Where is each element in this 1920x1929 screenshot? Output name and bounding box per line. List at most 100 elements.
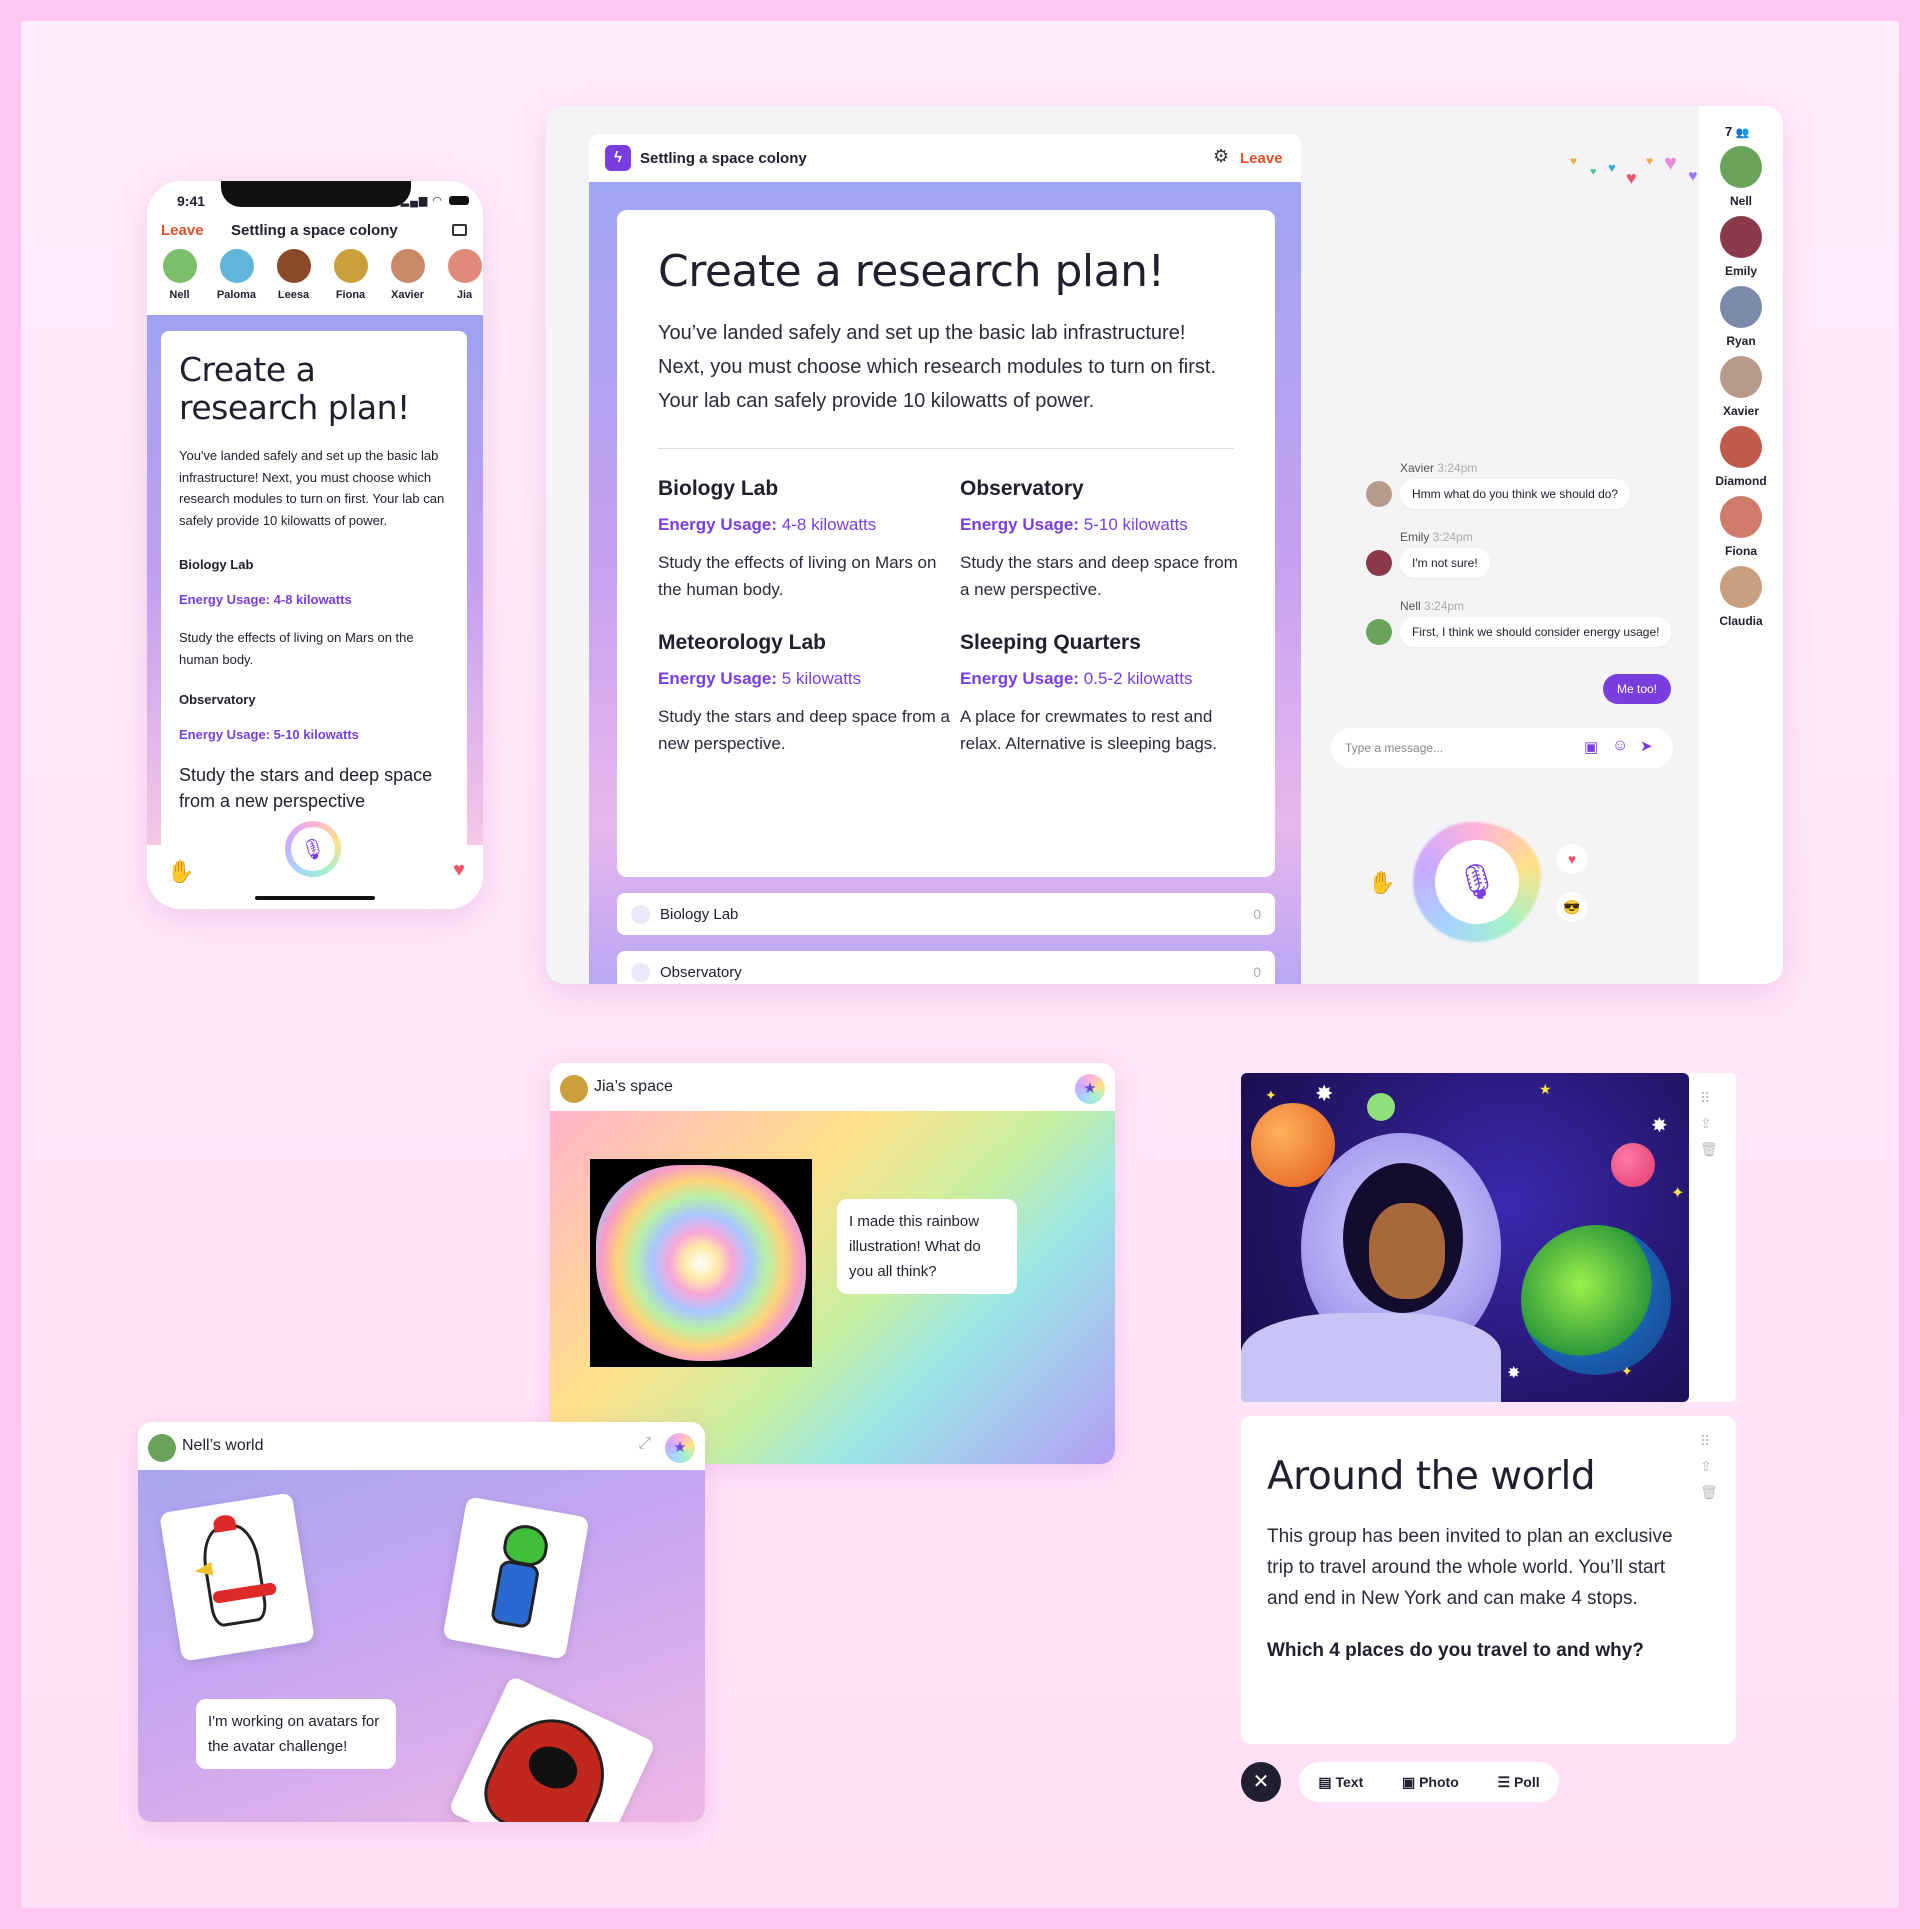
cool-reaction-icon[interactable]: 😎 [1557,892,1587,922]
astronaut-illustration[interactable]: ✦ ✸ ★ ✸ ✦ ✦ ✸ [1241,1073,1689,1402]
participant-item[interactable]: Ryan [1699,286,1783,348]
participant-avatar[interactable]: Leesa [271,247,316,307]
radio-button[interactable] [631,962,650,982]
mic-button[interactable]: 🎙 [1435,840,1519,924]
module-title: Biology Lab [658,477,779,500]
speech-bubble[interactable]: I'm working on avatars for the avatar ch… [196,1699,396,1769]
participant-item[interactable]: Fiona [1699,496,1783,558]
participant-item[interactable]: Emily [1699,216,1783,278]
chat-icon[interactable] [452,224,467,236]
participant-item[interactable]: Claudia [1699,566,1783,628]
module-energy: Energy Usage: 4-8 kilowatts [658,515,960,535]
module-title: Sleeping Quarters [960,631,1141,654]
planet-pink [1611,1143,1655,1187]
send-icon[interactable]: ➤ [1640,737,1653,755]
drag-handle-icon[interactable]: ⠿ [1700,1433,1710,1450]
heart-reaction-icon[interactable]: ♥ [1557,844,1587,874]
trash-icon[interactable]: 🗑 [1700,1141,1718,1158]
heart-icon: ♥ [1590,166,1597,178]
add-content-toolbar: ▤ Text ▣ Photo ☰ Poll [1299,1762,1559,1802]
avatar [1720,566,1762,608]
vote-count: 0 [1253,906,1261,922]
participant-name: Fiona [335,289,366,301]
participant-avatar[interactable]: Paloma [214,247,259,307]
emoji-icon[interactable]: ☺ [1612,737,1628,755]
poll-tool-button[interactable]: ☰ Poll [1497,1774,1539,1791]
card-heading: Around the world [1267,1454,1596,1499]
participant-item[interactable]: Nell [1699,146,1783,208]
panel-header: Nell’s world ⤢ ★ [138,1422,705,1470]
speech-bubble[interactable]: I made this rainbow illustration! What d… [837,1199,1017,1294]
participant-name: Leesa [277,289,310,301]
star-icon: ✸ [1651,1115,1668,1137]
rainbow-illustration[interactable] [590,1159,812,1367]
message-placeholder: Type a message... [1345,741,1444,755]
planet-orange [1251,1103,1335,1187]
expand-icon[interactable]: ⤢ [638,1435,651,1453]
dragon-sticker[interactable] [442,1496,590,1660]
avatar [160,247,199,285]
jia-space-panel[interactable]: Jia’s space ★ I made this rainbow illust… [550,1063,1115,1464]
desktop-window: ϟ Settling a space colony ⚙ Leave Create… [546,106,1783,984]
participant-avatar[interactable]: Nell [157,247,202,307]
participant-name: Claudia [1719,614,1763,628]
card-heading: Create a research plan! [658,246,1165,297]
module-desc: Study the stars and deep space from a ne… [179,765,433,811]
top-bar: ϟ Settling a space colony ⚙ Leave [589,134,1301,182]
drag-handle-icon[interactable]: ⠿ [1700,1090,1710,1107]
astronaut-face [1369,1203,1445,1299]
star-icon[interactable]: ★ [665,1433,695,1463]
star-icon[interactable]: ★ [1075,1074,1105,1104]
participant-item[interactable]: Xavier [1699,356,1783,418]
participants-sidebar: 7 👥 Nell Emily Ryan Xavier Diamond Fiona Claud… [1699,106,1783,984]
module-item: Sleeping Quarters Energy Usage: 0.5-2 ki… [960,631,1238,757]
avatar [148,1434,176,1462]
vote-option[interactable]: Biology Lab 0 [617,893,1275,935]
module-desc: A place for crewmates to rest and relax.… [960,707,1218,753]
radio-button[interactable] [631,904,650,924]
star-icon: ✸ [1315,1081,1334,1106]
module-item: Meteorology Lab Energy Usage: 5 kilowatt… [658,631,960,757]
rooster-sticker[interactable] [159,1492,315,1662]
participant-avatar[interactable]: Fiona [328,247,373,307]
session-title: Settling a space colony [231,222,398,239]
module-desc: Study the stars and deep space from a ne… [658,707,951,753]
share-icon[interactable]: ⇪ [1700,1458,1712,1475]
image-icon[interactable]: ▣ [1584,738,1598,756]
participant-name: Xavier [1722,404,1760,418]
card-heading: Create a research plan! [179,350,410,427]
participant-avatar[interactable]: Jia [442,247,483,307]
vote-option[interactable]: Observatory 0 [617,951,1275,984]
heart-icon: ♥ [1646,154,1654,168]
leave-button[interactable]: Leave [161,222,204,239]
author-name: Nell [1400,599,1421,613]
raise-hand-icon[interactable]: ✋ [1368,870,1395,896]
trash-icon[interactable]: 🗑 [1700,1484,1718,1501]
text-tool-button[interactable]: ▤ Text [1318,1774,1363,1791]
module-title: Meteorology Lab [658,631,827,654]
gear-icon[interactable]: ⚙ [1213,146,1229,167]
close-button[interactable]: ✕ [1241,1762,1281,1802]
energy-value: 5-10 kilowatts [1083,515,1188,534]
star-icon: ✦ [1671,1185,1685,1202]
tool-label: Text [1335,1773,1364,1790]
leave-button[interactable]: Leave [1240,150,1283,167]
phone-notch [221,181,411,207]
avatar [1720,496,1762,538]
card-question: Which 4 places do you travel to and why? [1267,1640,1644,1661]
rooster-comb [212,1513,237,1533]
module-energy: Energy Usage: 4-8 kilowatts [179,592,352,607]
signal-icon: ▂▄▆ ◠ [400,195,443,207]
raise-hand-icon[interactable]: ✋ [167,859,194,885]
astronaut-suit [1241,1313,1501,1402]
nell-world-panel[interactable]: Nell’s world ⤢ ★ I'm working on avatars … [138,1422,705,1822]
participant-avatar[interactable]: Xavier [385,247,430,307]
mic-button[interactable]: 🎙 [285,821,341,877]
avatar [217,247,256,285]
share-icon[interactable]: ⇪ [1700,1115,1712,1132]
heart-icon[interactable]: ♥ [453,859,465,882]
energy-value: 0.5-2 kilowatts [1083,669,1193,688]
photo-tool-button[interactable]: ▣ Photo [1402,1774,1459,1791]
mic-icon: 🎙 [291,827,335,871]
participant-item[interactable]: Diamond [1699,426,1783,488]
